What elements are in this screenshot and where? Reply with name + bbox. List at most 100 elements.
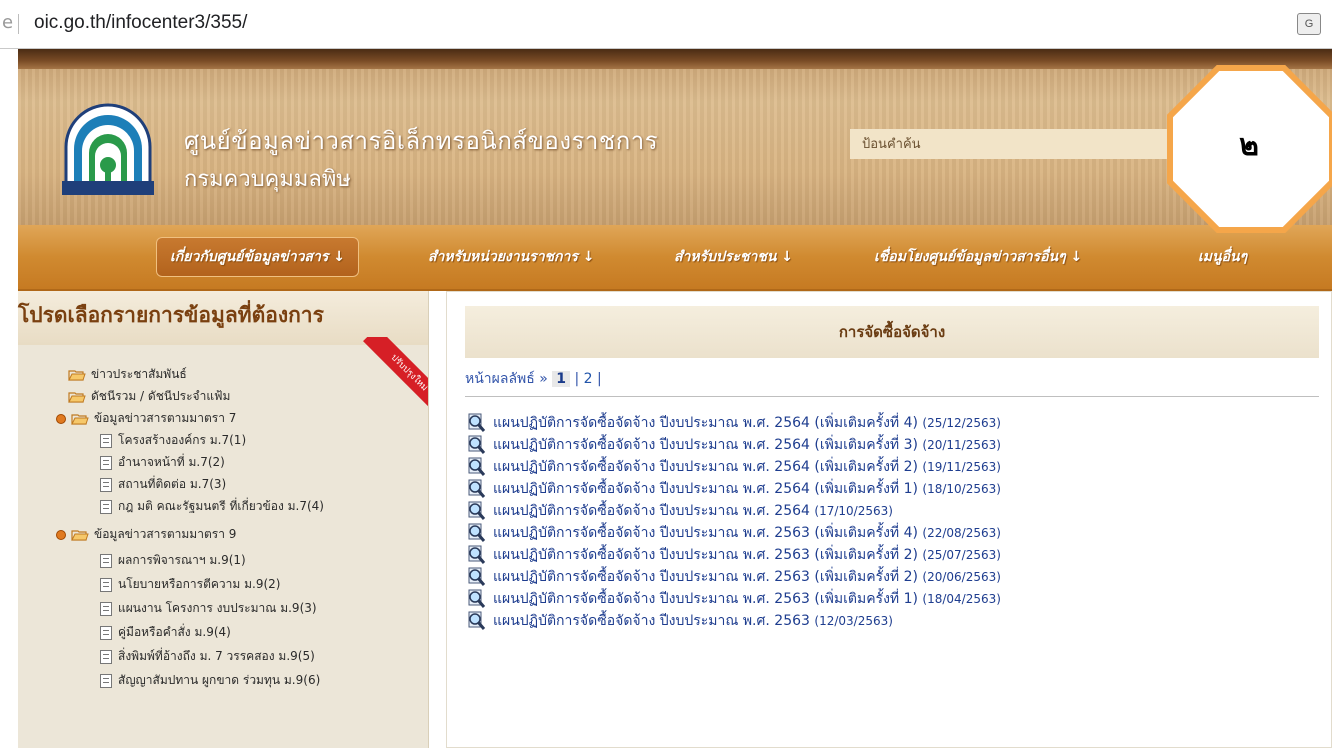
folder-icon xyxy=(68,369,86,381)
magnifier-doc-icon xyxy=(468,501,486,520)
sidebar-item-7-1[interactable]: โครงสร้างองค์กร ม.7(1) xyxy=(100,429,246,451)
pager-page-2[interactable]: 2 xyxy=(584,371,593,387)
sidebar-item-section7[interactable]: ข้อมูลข่าวสารตามมาตรา 7 xyxy=(56,407,236,429)
main-content: การจัดซื้อจัดจ้าง หน้าผลลัพธ์ » 1 | 2 | … xyxy=(446,291,1332,748)
content-title: การจัดซื้อจัดจ้าง xyxy=(838,323,946,341)
magnifier-doc-icon xyxy=(468,457,486,476)
nav-public[interactable]: สำหรับประชาชน ↓ xyxy=(674,237,793,277)
sidebar-item-label: กฎ มติ คณะรัฐมนตรี ที่เกี่ยวข้อง ม.7(4) xyxy=(118,499,324,513)
sidebar-item-9-1[interactable]: ผลการพิจารณาฯ ม.9(1) xyxy=(100,549,246,571)
browser-address-bar: e oic.go.th/infocenter3/355/ G xyxy=(0,0,1332,49)
document-title: แผนปฏิบัติการจัดซื้อจัดจ้าง ปีงบประมาณ พ… xyxy=(493,481,918,497)
document-title: แผนปฏิบัติการจัดซื้อจัดจ้าง ปีงบประมาณ พ… xyxy=(493,591,918,607)
site-title[interactable]: ศูนย์ข้อมูลข่าวสารอิเล็กทรอนิกส์ของราชกา… xyxy=(184,121,658,160)
document-date: (18/10/2563) xyxy=(922,482,1001,496)
nav-other-menu[interactable]: เมนูอื่นๆ xyxy=(1198,237,1247,277)
sidebar-title: โปรดเลือกรายการข้อมูลที่ต้องการ xyxy=(18,303,324,327)
document-date: (25/07/2563) xyxy=(922,548,1001,562)
sidebar-item-label: แผนงาน โครงการ งบประมาณ ม.9(3) xyxy=(118,601,317,615)
document-row[interactable]: แผนปฏิบัติการจัดซื้อจัดจ้าง ปีงบประมาณ พ… xyxy=(465,544,1001,566)
sidebar-item-9-2[interactable]: นโยบายหรือการตีความ ม.9(2) xyxy=(100,573,280,595)
document-date: (20/06/2563) xyxy=(922,570,1001,584)
document-date: (22/08/2563) xyxy=(922,526,1001,540)
pager-separator: | xyxy=(597,371,602,387)
pagination: หน้าผลลัพธ์ » 1 | 2 | xyxy=(465,368,602,390)
magnifier-doc-icon xyxy=(468,589,486,608)
document-date: (18/04/2563) xyxy=(922,592,1001,606)
document-date: (12/03/2563) xyxy=(814,614,893,628)
document-icon xyxy=(100,477,112,492)
magnifier-doc-icon xyxy=(468,413,486,432)
sidebar-item-7-4[interactable]: กฎ มติ คณะรัฐมนตรี ที่เกี่ยวข้อง ม.7(4) xyxy=(100,495,324,517)
document-row[interactable]: แผนปฏิบัติการจัดซื้อจัดจ้าง ปีงบประมาณ พ… xyxy=(465,610,893,632)
sidebar-item-label: อำนาจหน้าที่ ม.7(2) xyxy=(118,455,225,469)
document-row[interactable]: แผนปฏิบัติการจัดซื้อจัดจ้าง ปีงบประมาณ พ… xyxy=(465,566,1001,588)
document-row[interactable]: แผนปฏิบัติการจัดซื้อจัดจ้าง ปีงบประมาณ พ… xyxy=(465,434,1001,456)
sidebar-item-label: นโยบายหรือการตีความ ม.9(2) xyxy=(118,577,281,591)
document-date: (19/11/2563) xyxy=(922,460,1001,474)
nav-about-infocenter[interactable]: เกี่ยวกับศูนย์ข้อมูลข่าวสาร ↓ xyxy=(156,237,359,277)
document-row[interactable]: แผนปฏิบัติการจัดซื้อจัดจ้าง ปีงบประมาณ พ… xyxy=(465,588,1001,610)
pager-label: หน้าผลลัพธ์ » xyxy=(465,371,548,387)
magnifier-doc-icon xyxy=(468,523,486,542)
site-subtitle[interactable]: กรมควบคุมมลพิษ xyxy=(184,161,351,196)
document-icon xyxy=(100,625,112,640)
document-row[interactable]: แผนปฏิบัติการจัดซื้อจัดจ้าง ปีงบประมาณ พ… xyxy=(465,500,893,522)
content-header: การจัดซื้อจัดจ้าง xyxy=(465,306,1319,358)
sidebar-item-9-4[interactable]: คู่มือหรือคำสั่ง ม.9(4) xyxy=(100,621,231,643)
sidebar-item-7-2[interactable]: อำนาจหน้าที่ ม.7(2) xyxy=(100,451,225,473)
document-row[interactable]: แผนปฏิบัติการจัดซื้อจัดจ้าง ปีงบประมาณ พ… xyxy=(465,478,1001,500)
document-icon xyxy=(100,601,112,616)
address-separator xyxy=(18,14,19,34)
sidebar-item-section9[interactable]: ข้อมูลข่าวสารตามมาตรา 9 xyxy=(56,523,236,545)
translate-icon[interactable]: G xyxy=(1297,13,1321,35)
sidebar-item-label: สัญญาสัมปทาน ผูกขาด ร่วมทุน ม.9(6) xyxy=(118,673,321,687)
document-icon xyxy=(100,649,112,664)
sidebar-item-label: โครงสร้างองค์กร ม.7(1) xyxy=(118,433,247,447)
sidebar-item-news[interactable]: ข่าวประชาสัมพันธ์ xyxy=(68,363,187,385)
octagon-label: ๒ xyxy=(1239,128,1259,163)
header-top-strip xyxy=(18,49,1332,69)
document-row[interactable]: แผนปฏิบัติการจัดซื้อจัดจ้าง ปีงบประมาณ พ… xyxy=(465,412,1001,434)
pcd-logo[interactable] xyxy=(62,101,154,201)
address-url[interactable]: oic.go.th/infocenter3/355/ xyxy=(34,12,247,34)
sidebar-item-label: ข้อมูลข่าวสารตามมาตรา 9 xyxy=(94,527,237,541)
document-icon xyxy=(100,499,112,514)
sidebar-item-index[interactable]: ดัชนีรวม / ดัชนีประจำแฟ้ม xyxy=(68,385,230,407)
sidebar-item-9-5[interactable]: สิ่งพิมพ์ที่อ้างถึง ม. 7 วรรคสอง ม.9(5) xyxy=(100,645,315,667)
sidebar-item-label: ดัชนีรวม / ดัชนีประจำแฟ้ม xyxy=(91,389,231,403)
document-date: (20/11/2563) xyxy=(922,438,1001,452)
sidebar-item-label: คู่มือหรือคำสั่ง ม.9(4) xyxy=(118,625,231,639)
content-divider xyxy=(465,396,1319,397)
folder-icon xyxy=(71,529,89,541)
document-icon xyxy=(100,577,112,592)
page-info-icon[interactable]: e xyxy=(2,12,13,33)
document-title: แผนปฏิบัติการจัดซื้อจัดจ้าง ปีงบประมาณ พ… xyxy=(493,503,810,519)
sidebar-item-label: ผลการพิจารณาฯ ม.9(1) xyxy=(118,553,246,567)
document-title: แผนปฏิบัติการจัดซื้อจัดจ้าง ปีงบประมาณ พ… xyxy=(493,569,918,585)
document-icon xyxy=(100,553,112,568)
document-icon xyxy=(100,673,112,688)
document-row[interactable]: แผนปฏิบัติการจัดซื้อจัดจ้าง ปีงบประมาณ พ… xyxy=(465,522,1001,544)
sidebar-item-7-3[interactable]: สถานที่ติดต่อ ม.7(3) xyxy=(100,473,226,495)
expand-bullet-icon xyxy=(56,529,66,540)
document-title: แผนปฏิบัติการจัดซื้อจัดจ้าง ปีงบประมาณ พ… xyxy=(493,437,918,453)
nav-other-infocenters[interactable]: เชื่อมโยงศูนย์ข้อมูลข่าวสารอื่นๆ ↓ xyxy=(874,237,1082,277)
document-title: แผนปฏิบัติการจัดซื้อจัดจ้าง ปีงบประมาณ พ… xyxy=(493,547,918,563)
sidebar-item-9-6[interactable]: สัญญาสัมปทาน ผูกขาด ร่วมทุน ม.9(6) xyxy=(100,669,320,691)
left-sidebar: โปรดเลือกรายการข้อมูลที่ต้องการ ปรับปรุง… xyxy=(18,291,429,748)
document-date: (25/12/2563) xyxy=(922,416,1001,430)
magnifier-doc-icon xyxy=(468,567,486,586)
document-row[interactable]: แผนปฏิบัติการจัดซื้อจัดจ้าง ปีงบประมาณ พ… xyxy=(465,456,1001,478)
magnifier-doc-icon xyxy=(468,479,486,498)
sidebar-item-9-3[interactable]: แผนงาน โครงการ งบประมาณ ม.9(3) xyxy=(100,597,317,619)
folder-icon xyxy=(68,391,86,403)
site-header: ศูนย์ข้อมูลข่าวสารอิเล็กทรอนิกส์ของราชกา… xyxy=(18,49,1332,225)
nav-government-agencies[interactable]: สำหรับหน่วยงานราชการ ↓ xyxy=(428,237,595,277)
updated-ribbon: ปรับปรุงใหม่ xyxy=(348,337,428,417)
magnifier-doc-icon xyxy=(468,545,486,564)
magnifier-doc-icon xyxy=(468,611,486,630)
document-title: แผนปฏิบัติการจัดซื้อจัดจ้าง ปีงบประมาณ พ… xyxy=(493,459,918,475)
search-input[interactable] xyxy=(850,129,1190,159)
document-title: แผนปฏิบัติการจัดซื้อจัดจ้าง ปีงบประมาณ พ… xyxy=(493,415,918,431)
